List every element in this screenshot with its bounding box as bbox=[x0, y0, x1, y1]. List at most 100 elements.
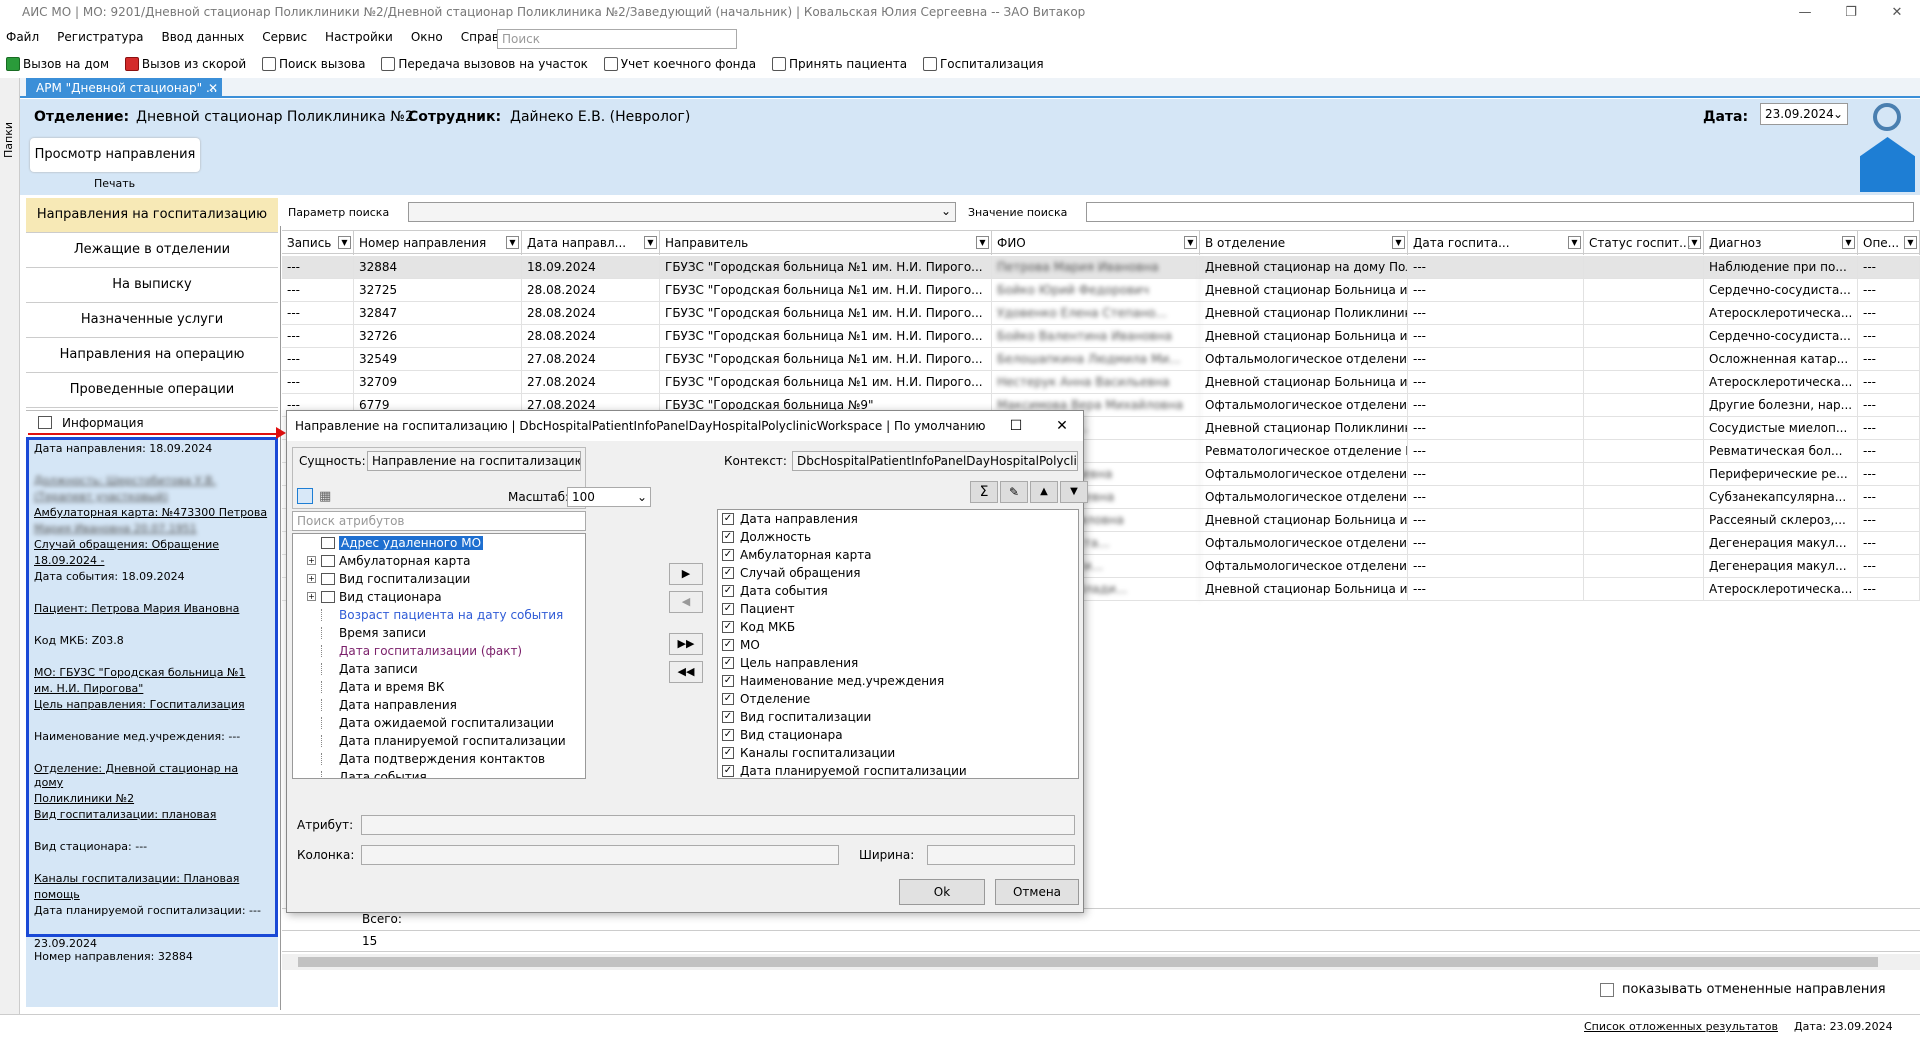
ok-button[interactable]: Ok bbox=[899, 879, 985, 905]
menu-service[interactable]: Сервис bbox=[253, 25, 316, 50]
info-line[interactable]: Должность: Шерстобитова У.В. bbox=[34, 474, 270, 488]
checkbox-checked-icon[interactable]: ✓ bbox=[722, 729, 734, 741]
move-all-left-button[interactable]: ◀◀ bbox=[669, 661, 703, 683]
info-line[interactable]: Каналы госпитализации: Плановая bbox=[34, 872, 270, 886]
table-row[interactable]: --- 32709 27.08.2024 ГБУЗС "Городская больн… bbox=[282, 371, 1920, 394]
checkbox-checked-icon[interactable]: ✓ bbox=[722, 585, 734, 597]
checkbox-checked-icon[interactable]: ✓ bbox=[722, 711, 734, 723]
search-call-button[interactable]: Поиск вызова bbox=[256, 52, 372, 76]
minimize-icon[interactable]: — bbox=[947, 411, 993, 441]
info-line[interactable]: МО: ГБУЗС "Городская больница №1 bbox=[34, 666, 270, 680]
scrollbar-thumb[interactable] bbox=[298, 957, 1878, 967]
selected-attribute-item[interactable]: ✓ Вид госпитализации bbox=[718, 708, 1078, 726]
tree-node[interactable]: + Амбулаторная карта bbox=[293, 552, 585, 570]
selected-attribute-item[interactable]: ✓ Цель направления bbox=[718, 654, 1078, 672]
table-row[interactable]: --- 32725 28.08.2024 ГБУЗС "Городская больн… bbox=[282, 279, 1920, 302]
filter-dropdown-icon[interactable]: ▼ bbox=[1568, 236, 1581, 249]
nav-hospital-referrals[interactable]: Направления на госпитализацию bbox=[26, 198, 278, 233]
tree-node[interactable]: Дата планируемой госпитализации bbox=[293, 732, 585, 750]
checkbox-checked-icon[interactable]: ✓ bbox=[722, 675, 734, 687]
tree-node[interactable]: Дата и время ВК bbox=[293, 678, 585, 696]
deferred-results-link[interactable]: Список отложенных результатов bbox=[1584, 1020, 1778, 1033]
info-line[interactable]: 18.09.2024 - bbox=[34, 554, 270, 568]
info-line[interactable]: им. Н.И. Пирогова" bbox=[34, 682, 270, 696]
selected-attribute-item[interactable]: ✓ Случай обращения bbox=[718, 564, 1078, 582]
info-line[interactable]: Пациент: Петрова Мария Ивановна bbox=[34, 602, 270, 616]
column-header[interactable]: Дата госпита... ▼ bbox=[1408, 231, 1584, 255]
selected-attribute-item[interactable]: ✓ Отделение bbox=[718, 690, 1078, 708]
search-value-input[interactable] bbox=[1086, 202, 1914, 222]
table-view-icon[interactable]: ▦ bbox=[319, 489, 331, 504]
selected-attribute-item[interactable]: ✓ Дата направления bbox=[718, 510, 1078, 528]
selected-attribute-item[interactable]: ✓ Должность bbox=[718, 528, 1078, 546]
bed-fund-button[interactable]: Учет коечного фонда bbox=[598, 52, 762, 76]
tree-node[interactable]: Дата события bbox=[293, 768, 585, 778]
checkbox-checked-icon[interactable]: ✓ bbox=[722, 657, 734, 669]
checkbox-checked-icon[interactable]: ✓ bbox=[722, 693, 734, 705]
filter-dropdown-icon[interactable]: ▼ bbox=[506, 236, 519, 249]
nav-discharge[interactable]: На выписку bbox=[26, 268, 278, 303]
table-row[interactable]: --- 32549 27.08.2024 ГБУЗС "Городская больн… bbox=[282, 348, 1920, 371]
tree-node[interactable]: Дата подтверждения контактов bbox=[293, 750, 585, 768]
column-field[interactable] bbox=[361, 845, 839, 865]
maximize-icon[interactable]: ☐ bbox=[993, 411, 1039, 441]
selected-attribute-item[interactable]: ✓ Дата события bbox=[718, 582, 1078, 600]
column-header[interactable]: Номер направления ▼ bbox=[354, 231, 522, 255]
close-icon[interactable]: ✕ bbox=[1874, 0, 1920, 25]
checkbox-checked-icon[interactable]: ✓ bbox=[722, 747, 734, 759]
attribute-field[interactable] bbox=[361, 815, 1075, 835]
nav-performed-surgeries[interactable]: Проведенные операции bbox=[26, 373, 278, 408]
accept-patient-button[interactable]: Принять пациента bbox=[766, 52, 913, 76]
width-field[interactable] bbox=[927, 845, 1075, 865]
info-line[interactable]: (Терапевт участковый) bbox=[34, 490, 270, 504]
filter-dropdown-icon[interactable]: ▼ bbox=[1842, 236, 1855, 249]
nav-surgery-referrals[interactable]: Направления на операцию bbox=[26, 338, 278, 373]
close-icon[interactable]: ✕ bbox=[1039, 411, 1085, 441]
filter-dropdown-icon[interactable]: ▼ bbox=[644, 236, 657, 249]
selected-attribute-item[interactable]: ✓ Наименование мед.учреждения bbox=[718, 672, 1078, 690]
info-line[interactable]: Отделение: Дневной стационар на дому bbox=[34, 762, 270, 790]
selected-attribute-item[interactable]: ✓ Код МКБ bbox=[718, 618, 1078, 636]
info-line[interactable]: Поликлиники №2 bbox=[34, 792, 270, 806]
info-line[interactable]: Амбулаторная карта: №473300 Петрова bbox=[34, 506, 270, 520]
column-header[interactable]: В отделение ▼ bbox=[1200, 231, 1408, 255]
menu-window[interactable]: Окно bbox=[402, 25, 452, 50]
column-header[interactable]: Дата направл... ▼ bbox=[522, 231, 660, 255]
folders-strip[interactable]: Папки bbox=[0, 78, 20, 1038]
tree-node[interactable]: Дата ожидаемой госпитализации bbox=[293, 714, 585, 732]
table-row[interactable]: --- 32847 28.08.2024 ГБУЗС "Городская больн… bbox=[282, 302, 1920, 325]
column-header[interactable]: Опе... ▼ bbox=[1858, 231, 1920, 255]
move-down-icon[interactable]: ▼ bbox=[1060, 481, 1088, 503]
transfer-calls-button[interactable]: Передача вызовов на участок bbox=[375, 52, 594, 76]
column-header[interactable]: Запись ▼ bbox=[282, 231, 354, 255]
move-right-button[interactable]: ▶ bbox=[669, 563, 703, 585]
column-header[interactable]: ФИО ▼ bbox=[992, 231, 1200, 255]
tab-arm-day-hospital[interactable]: АРМ "Дневной стационар" ... ✕ bbox=[26, 78, 222, 98]
minimize-icon[interactable]: — bbox=[1782, 0, 1828, 25]
grid-view-icon[interactable] bbox=[297, 488, 313, 504]
info-line[interactable]: Цель направления: Госпитализация bbox=[34, 698, 270, 712]
checkbox-checked-icon[interactable]: ✓ bbox=[722, 513, 734, 525]
ambulance-call-button[interactable]: Вызов из скорой bbox=[119, 52, 252, 76]
home-call-button[interactable]: Вызов на дом bbox=[0, 52, 115, 76]
edit-icon[interactable]: ✎ bbox=[1000, 481, 1028, 503]
menu-data-entry[interactable]: Ввод данных bbox=[153, 25, 254, 50]
column-header[interactable]: Статус госпит... ▼ bbox=[1584, 231, 1704, 255]
restore-icon[interactable]: ❐ bbox=[1828, 0, 1874, 25]
move-up-icon[interactable]: ▲ bbox=[1030, 481, 1058, 503]
tree-node[interactable]: + Вид стационара bbox=[293, 588, 585, 606]
info-line[interactable]: Случай обращения: Обращение bbox=[34, 538, 270, 552]
checkbox-checked-icon[interactable]: ✓ bbox=[722, 621, 734, 633]
attribute-tree[interactable]: Адрес удаленного МО + Амбулаторная карта + В… bbox=[292, 533, 586, 779]
tree-node[interactable]: Время записи bbox=[293, 624, 585, 642]
cancel-button[interactable]: Отмена bbox=[995, 879, 1079, 905]
menu-registry[interactable]: Регистратура bbox=[48, 25, 152, 50]
selected-attribute-item[interactable]: ✓ Амбулаторная карта bbox=[718, 546, 1078, 564]
hospitalization-button[interactable]: Госпитализация bbox=[917, 52, 1050, 76]
filter-dropdown-icon[interactable]: ▼ bbox=[1184, 236, 1197, 249]
search-param-select[interactable]: ⌄ bbox=[408, 202, 956, 222]
tree-node[interactable]: Дата направления bbox=[293, 696, 585, 714]
info-line[interactable]: Мария Ивановна 20.07.1951 bbox=[34, 522, 270, 536]
column-header[interactable]: Диагноз ▼ bbox=[1704, 231, 1858, 255]
menu-file[interactable]: Файл bbox=[0, 25, 48, 50]
